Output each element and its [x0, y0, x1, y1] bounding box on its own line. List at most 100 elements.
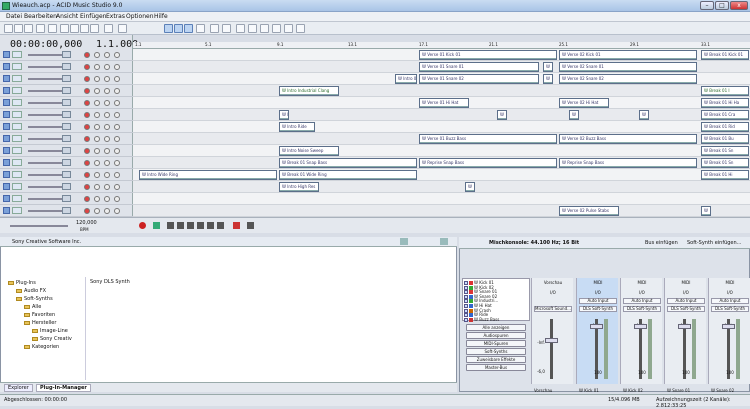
track-lane[interactable]: W Intro Noise Sweep W Break 01 Sn [133, 145, 750, 157]
solo-icon[interactable] [104, 52, 110, 58]
tree-favoriten[interactable]: Favoriten [24, 312, 55, 318]
audio-event[interactable]: W [497, 110, 507, 120]
play-icon[interactable] [177, 222, 184, 229]
erase-icon[interactable] [248, 24, 257, 33]
tree-kategorien[interactable]: Kategorien [24, 344, 59, 350]
plugin-detail[interactable]: Sony DLS Synth [90, 279, 130, 285]
track-lane[interactable]: W Intro High Res W [133, 181, 750, 193]
track-number-icon[interactable] [3, 111, 10, 118]
insert-softsynth-button[interactable]: Soft-Synth einfügen... [687, 240, 741, 246]
tree-audio-fx[interactable]: Audio FX [16, 288, 46, 294]
audio-event[interactable]: W Reprise Snap Bass [559, 158, 697, 168]
track-lane[interactable]: W Intro Wide Ring W Break 01 Wide Ring W B… [133, 169, 750, 181]
audio-event[interactable]: W Break 01 Snap Bass [279, 158, 417, 168]
audio-event[interactable]: W Break 01 Sn [701, 146, 749, 156]
track-volume-knob[interactable] [62, 111, 71, 118]
track-volume-slider[interactable] [28, 174, 64, 176]
track-header-row[interactable] [0, 169, 133, 181]
strip-input[interactable]: Auto Input [623, 298, 661, 304]
preview-fader[interactable] [545, 338, 558, 343]
track-number-icon[interactable] [3, 51, 10, 58]
timeline-ruler[interactable]: 1.1 5.1 9.1 13.1 17.1 21.1 25.1 29.1 33.… [133, 42, 750, 49]
redo-icon[interactable] [118, 24, 127, 33]
tree-plug-ins[interactable]: Plug-Ins [8, 280, 36, 286]
explorer-view-icon[interactable] [400, 238, 408, 245]
audio-event[interactable]: W Intro Wide Ring [139, 170, 277, 180]
audio-event[interactable]: W Verse 01 Hi Hat [419, 98, 469, 108]
strip-device[interactable]: DLS Soft-Synth [623, 306, 661, 312]
mute-icon[interactable] [94, 64, 100, 70]
strip-input[interactable]: Auto Input [667, 298, 705, 304]
track-number-icon[interactable] [3, 99, 10, 106]
insert-bus-button[interactable]: Bus einfügen [645, 240, 678, 246]
record-arm-icon[interactable] [84, 64, 90, 70]
strip-fader[interactable] [590, 324, 603, 329]
lock-envelopes-icon[interactable] [184, 24, 193, 33]
metronome-icon[interactable] [233, 222, 240, 229]
fx-icon[interactable] [114, 136, 120, 142]
tree-alle[interactable]: Alle [24, 304, 41, 310]
render-icon[interactable] [36, 24, 45, 33]
audio-event[interactable]: W Break 01 Bu [701, 134, 749, 144]
record-arm-icon[interactable] [84, 88, 90, 94]
track-volume-knob[interactable] [62, 147, 71, 154]
track-lane[interactable]: W Intro Industrial Clang W Break 01 I [133, 85, 750, 97]
mixer-filter-button[interactable]: MIDI-Spuren [466, 340, 526, 347]
record-arm-icon[interactable] [84, 184, 90, 190]
mute-icon[interactable] [94, 52, 100, 58]
track-number-icon[interactable] [3, 87, 10, 94]
audio-event[interactable]: W Verse 01 Snare 01 [419, 62, 539, 72]
audio-event[interactable]: W Verse 02 Kick 01 [559, 50, 697, 60]
open-icon[interactable] [14, 24, 23, 33]
fx-icon[interactable] [114, 160, 120, 166]
track-header-row[interactable] [0, 181, 133, 193]
solo-icon[interactable] [104, 64, 110, 70]
channel-strip[interactable]: MIDII/OAuto InputDLS Soft-SynthMitte100W… [664, 278, 706, 393]
solo-icon[interactable] [104, 136, 110, 142]
record-arm-icon[interactable] [84, 160, 90, 166]
track-lane[interactable]: W Intro 1 W W W W Break 01 Cra [133, 109, 750, 121]
audio-event[interactable]: W Intro Industrial Clang [279, 86, 339, 96]
help-icon[interactable] [296, 24, 305, 33]
track-number-icon[interactable] [3, 159, 10, 166]
mute-icon[interactable] [94, 88, 100, 94]
audio-event[interactable]: W Break 01 Hi Ha [701, 98, 749, 108]
mute-icon[interactable] [94, 196, 100, 202]
record-arm-icon[interactable] [84, 76, 90, 82]
track-volume-knob[interactable] [62, 159, 71, 166]
tree-sony-creative[interactable]: Sony Creativ [32, 336, 72, 342]
fx-icon[interactable] [114, 64, 120, 70]
mute-icon[interactable] [94, 136, 100, 142]
track-volume-knob[interactable] [62, 183, 71, 190]
track-lane[interactable]: W Intro 01 W Verse 01 Snare 02 W W Verse 02… [133, 73, 750, 85]
paste-icon[interactable] [80, 24, 89, 33]
zoom-icon[interactable] [284, 24, 293, 33]
record-arm-icon[interactable] [84, 208, 90, 214]
fx-icon[interactable] [114, 208, 120, 214]
audio-event[interactable]: W Break 01 Hi [701, 170, 749, 180]
envelope-icon[interactable] [272, 24, 281, 33]
grid-icon[interactable] [174, 24, 183, 33]
audio-event[interactable]: W Verse 02 Pulse Stabs [559, 206, 619, 216]
track-volume-slider[interactable] [28, 186, 64, 188]
mixer-filter-button[interactable]: Master-Bus [466, 364, 526, 371]
mixer-filter-button[interactable]: Zuweisbare Effekte [466, 356, 526, 363]
track-number-icon[interactable] [3, 183, 10, 190]
track-volume-knob[interactable] [62, 75, 71, 82]
track-volume-knob[interactable] [62, 123, 71, 130]
strip-device[interactable]: DLS Soft-Synth [711, 306, 749, 312]
audio-event[interactable]: W Break 01 Cra [701, 110, 749, 120]
tree-hersteller[interactable]: Hersteller [24, 320, 56, 326]
mixer-filter-button[interactable]: Audiospuren [466, 332, 526, 339]
tree-image-line[interactable]: Image-Line [32, 328, 68, 334]
strip-fader[interactable] [634, 324, 647, 329]
zoom-out-icon[interactable] [247, 222, 254, 229]
strip-device[interactable]: DLS Soft-Synth [579, 306, 617, 312]
track-volume-knob[interactable] [62, 99, 71, 106]
snap-icon[interactable] [164, 24, 173, 33]
go-start-icon[interactable] [207, 222, 214, 229]
track-header-row[interactable] [0, 205, 133, 217]
record-arm-icon[interactable] [84, 124, 90, 130]
record-arm-icon[interactable] [84, 136, 90, 142]
fx-icon[interactable] [114, 88, 120, 94]
